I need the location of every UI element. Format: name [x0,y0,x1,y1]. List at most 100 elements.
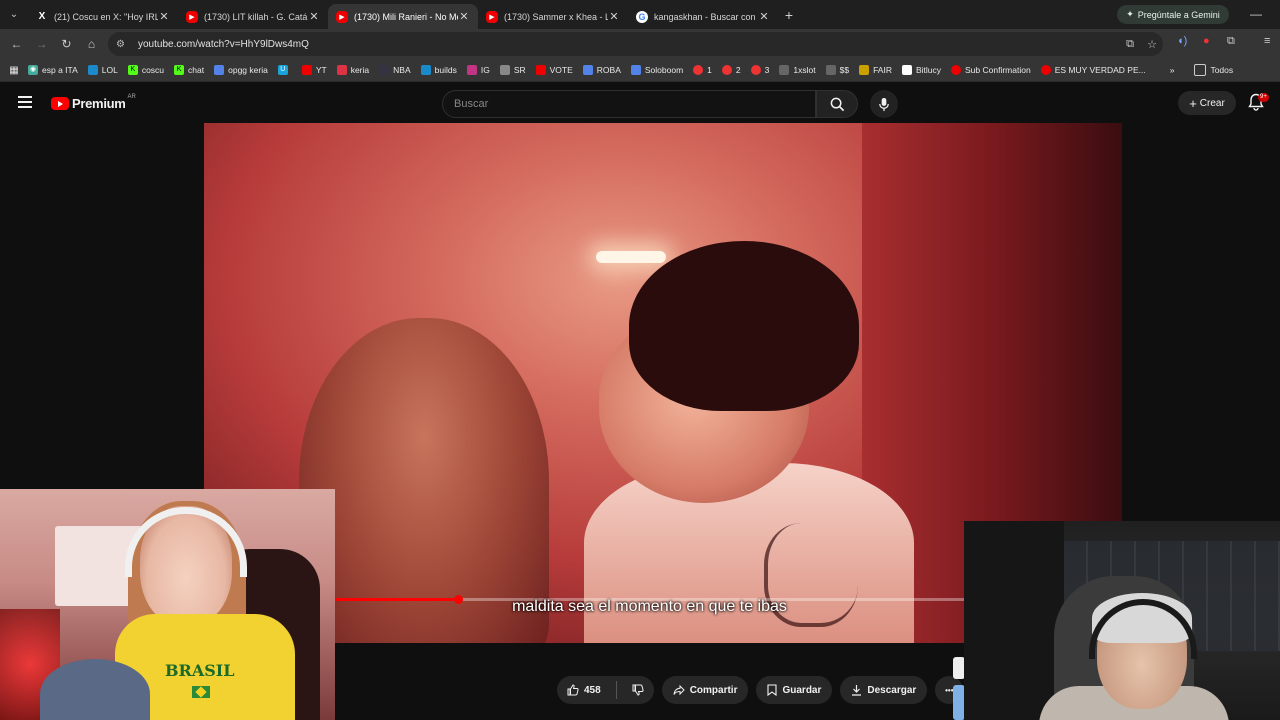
close-icon[interactable]: ✕ [758,10,770,23]
extension-red-icon[interactable]: ● [1203,35,1210,47]
download-label: Descargar [867,684,917,696]
google-icon: G [636,10,648,23]
bookmark-icon [582,65,593,75]
divider [615,681,617,699]
tab-sammer-khea[interactable]: ▶ (1730) Sammer x Khea - LLAMA ✕ [478,4,628,29]
bookmark-item[interactable]: Bitlucy [901,65,941,75]
bookmark-label: 1 [707,65,712,75]
bookmark-star-icon[interactable]: ☆ [1141,38,1163,51]
new-tab-plus-icon[interactable]: + [778,7,800,23]
bookmark-item[interactable]: VOTE [535,65,573,75]
bookmark-item[interactable]: keria [336,65,370,75]
hamburger-menu-icon[interactable] [18,96,32,111]
bookmark-item[interactable]: builds [420,65,457,75]
tab-label: (21) Coscu en X: "Hoy IRL reac [54,11,158,22]
youtube-premium-logo[interactable]: Premium AR [51,94,136,111]
like-button[interactable]: 458 [557,676,611,704]
tab-label: (1730) Mili Ranieri - No Me Qu [354,11,458,22]
bookmark-item[interactable]: NBA [379,65,411,75]
site-info-icon[interactable]: ⚙ [116,39,132,50]
bookmark-icon [420,65,431,75]
instagram-icon [466,65,477,75]
gemini-sparkle-icon: ✦ [1126,9,1134,19]
bookmark-icon [336,65,347,75]
address-input[interactable]: ⚙ youtube.com/watch?v=HhY9lDws4mQ ⧉ ☆ [108,32,1163,56]
youtube-icon: ▶ [486,10,498,23]
bookmark-item[interactable]: LOL [87,65,118,75]
bookmark-item[interactable]: YT [301,65,327,75]
gemini-button[interactable]: ✦ Pregúntale a Gemini [1117,5,1229,24]
thumbs-up-icon [567,684,579,696]
bookmark-item[interactable]: 3 [750,65,769,75]
media-control-icon[interactable]: ≡ [1264,35,1270,47]
bookmark-label: coscu [141,65,165,75]
youtube-header: Premium AR Buscar + Crear [0,82,1280,124]
search-input[interactable]: Buscar [442,90,816,118]
bookmark-item[interactable]: Kchat [174,65,204,75]
search-button[interactable] [816,90,858,118]
tab-mili-ranieri[interactable]: ▶ (1730) Mili Ranieri - No Me Qu ✕ [328,4,478,29]
bookmark-label: SR [513,65,526,75]
bookmark-icon [779,65,790,75]
extension-audio-icon[interactable]: ◖) [1177,35,1187,47]
apps-grid-icon[interactable]: ▦ [0,65,28,76]
install-app-icon[interactable]: ⧉ [1119,38,1141,51]
bookmark-label: opgg keria [228,65,268,75]
bookmark-item[interactable]: IG [466,65,490,75]
bookmark-item[interactable]: ES MUY VERDAD PE... [1040,65,1146,75]
home-icon[interactable]: ⌂ [79,37,104,51]
bookmark-item[interactable]: Soloboom [630,65,683,75]
bookmark-item[interactable]: Sub Confirmation [951,65,1031,75]
bookmark-item[interactable]: SR [499,65,526,75]
youtube-icon: ▶ [336,10,348,23]
bookmark-item[interactable]: 2 [721,65,741,75]
download-button[interactable]: Descargar [840,676,928,704]
bookmark-item[interactable]: FAIR [859,65,892,75]
bookmark-item[interactable]: ROBA [582,65,621,75]
close-icon[interactable]: ✕ [158,10,170,23]
bookmark-item[interactable]: opgg keria [214,65,268,75]
bookmark-label: ROBA [596,65,621,75]
webcam-headset [125,507,247,577]
forward-arrow-icon[interactable]: → [29,37,54,51]
close-icon[interactable]: ✕ [308,10,320,23]
tab-search-chevron-icon[interactable]: ⌄ [0,9,28,20]
tab-kangaskhan[interactable]: G kangaskhan - Buscar con Goog ✕ [628,4,778,29]
extensions-puzzle-icon[interactable]: ⧉ [1227,35,1235,48]
tab-lit-killah[interactable]: ▶ (1730) LIT killah - G. Catán (Offi ✕ [178,4,328,29]
bookmark-label: Sub Confirmation [965,65,1031,75]
all-bookmarks-folder[interactable]: Todos [1194,64,1233,76]
share-button[interactable]: Compartir [661,676,749,704]
voice-search-button[interactable] [870,90,898,118]
bookmark-icon [951,65,962,75]
gemini-label: Pregúntale a Gemini [1137,9,1220,20]
back-arrow-icon[interactable]: ← [4,37,29,51]
share-arrow-icon [673,684,685,696]
bookmark-icon [87,65,98,75]
bookmark-item[interactable]: ◉ esp a ITA [28,65,78,75]
tab-coscu-x[interactable]: X (21) Coscu en X: "Hoy IRL reac ✕ [28,4,178,29]
reload-icon[interactable]: ↻ [54,37,79,51]
bookmark-label: ES MUY VERDAD PE... [1054,65,1146,75]
bookmark-item[interactable]: $$ [825,65,849,75]
create-button[interactable]: + Crear [1178,91,1236,115]
save-button[interactable]: Guardar [756,676,833,704]
like-dislike-group: 458 [557,676,654,704]
bookmark-item[interactable]: U [277,65,292,75]
bookmark-icon [825,65,836,75]
logo-text: Premium [72,96,126,111]
bookmark-label: keria [350,65,370,75]
bookmark-item[interactable]: 1 [693,65,712,75]
tab-label: (1730) Sammer x Khea - LLAMA [504,11,608,22]
minimize-icon[interactable]: — [1250,7,1262,21]
bookmarks-overflow-chevron[interactable]: » [1170,65,1175,75]
bookmark-icon [767,684,778,696]
close-icon[interactable]: ✕ [458,10,470,23]
close-icon[interactable]: ✕ [608,10,620,23]
bookmark-label: IG [480,65,490,75]
dislike-button[interactable] [622,676,654,704]
bookmark-item[interactable]: 1xslot [779,65,816,75]
bookmarks-bar: ▦ ◉ esp a ITA LOL Kcoscu Kchat opgg keria… [0,59,1280,82]
download-icon [852,685,862,696]
bookmark-item[interactable]: Kcoscu [127,65,165,75]
